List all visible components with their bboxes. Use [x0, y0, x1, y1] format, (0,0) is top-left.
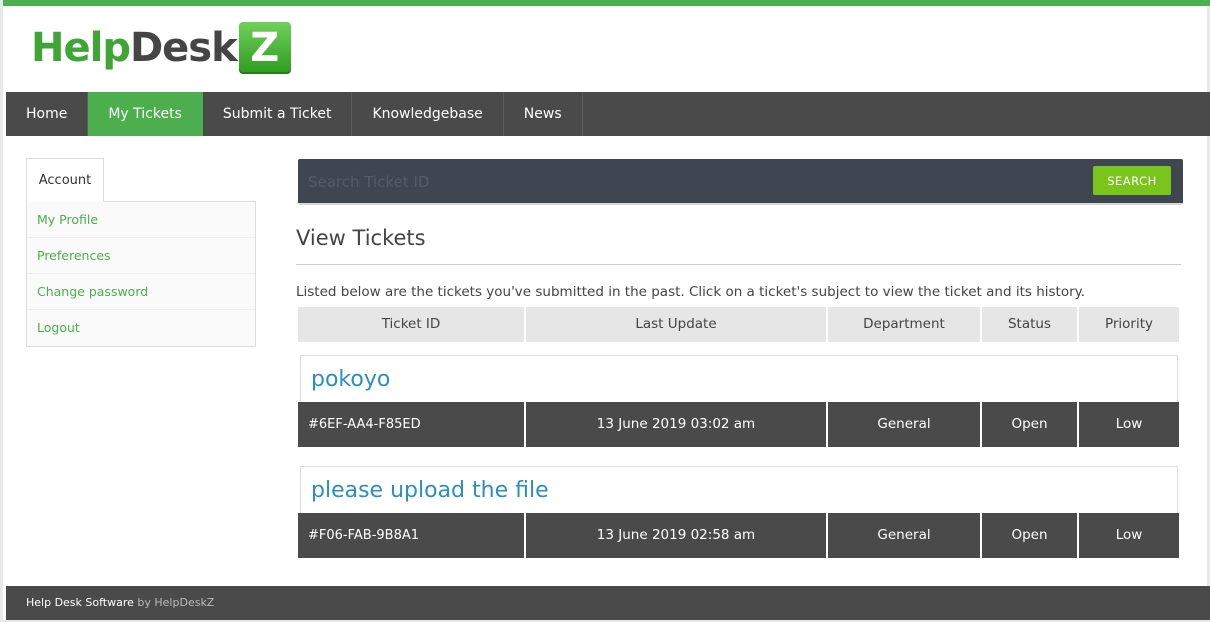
- ticket-subject-box: pokoyo: [300, 355, 1178, 402]
- column-header-priority: Priority: [1079, 307, 1179, 342]
- table-row: #6EF-AA4-F85ED 13 June 2019 03:02 am Gen…: [298, 402, 1180, 447]
- ticket-item: please upload the file #F06-FAB-9B8A1 13…: [298, 466, 1180, 558]
- nav-item-knowledgebase[interactable]: Knowledgebase: [352, 92, 504, 136]
- top-accent-bar: [3, 0, 1210, 6]
- column-header-ticket-id: Ticket ID: [298, 307, 524, 342]
- sidebar-item-preferences[interactable]: Preferences: [27, 238, 255, 274]
- column-header-status: Status: [982, 307, 1077, 342]
- ticket-status: Open: [982, 513, 1077, 558]
- logo-z-box: Z: [238, 22, 291, 74]
- footer: Help Desk Software by HelpDeskZ: [6, 586, 1210, 620]
- intro-text: Listed below are the tickets you've subm…: [296, 284, 1085, 300]
- footer-by: by HelpDeskZ: [137, 596, 215, 609]
- sidebar-item-logout[interactable]: Logout: [27, 310, 255, 346]
- logo-text-desk: Desk: [129, 25, 238, 71]
- tickets-table-header: Ticket ID Last Update Department Status …: [298, 307, 1179, 342]
- page-title: View Tickets: [296, 226, 426, 250]
- main-nav: Home My Tickets Submit a Ticket Knowledg…: [6, 92, 1210, 136]
- ticket-last-update: 13 June 2019 02:58 am: [526, 513, 826, 558]
- logo-text: HelpDesk: [31, 25, 238, 71]
- ticket-id: #6EF-AA4-F85ED: [298, 402, 524, 447]
- search-bar: SEARCH: [298, 159, 1183, 205]
- column-header-department: Department: [828, 307, 980, 342]
- ticket-last-update: 13 June 2019 03:02 am: [526, 402, 826, 447]
- sidebar-item-change-password[interactable]: Change password: [27, 274, 255, 310]
- account-sidebar: Account My Profile Preferences Change pa…: [26, 158, 256, 347]
- ticket-item: pokoyo #6EF-AA4-F85ED 13 June 2019 03:02…: [298, 355, 1180, 447]
- nav-item-submit-ticket[interactable]: Submit a Ticket: [203, 92, 353, 136]
- ticket-subject-link[interactable]: please upload the file: [301, 467, 549, 514]
- logo-text-help: Help: [31, 25, 131, 71]
- account-menu: My Profile Preferences Change password L…: [26, 201, 256, 347]
- nav-item-home[interactable]: Home: [6, 92, 89, 136]
- search-input[interactable]: [308, 168, 1068, 196]
- search-button[interactable]: SEARCH: [1093, 166, 1171, 195]
- table-row: #F06-FAB-9B8A1 13 June 2019 02:58 am Gen…: [298, 513, 1180, 558]
- ticket-priority: Low: [1079, 513, 1179, 558]
- sidebar-item-my-profile[interactable]: My Profile: [27, 202, 255, 238]
- ticket-subject-link[interactable]: pokoyo: [301, 356, 390, 403]
- title-divider: [296, 264, 1181, 265]
- ticket-department: General: [828, 402, 980, 447]
- ticket-department: General: [828, 513, 980, 558]
- nav-item-news[interactable]: News: [504, 92, 583, 136]
- column-header-last-update: Last Update: [526, 307, 826, 342]
- ticket-status: Open: [982, 402, 1077, 447]
- page: HelpDesk Z Home My Tickets Submit a Tick…: [0, 0, 1210, 622]
- ticket-id: #F06-FAB-9B8A1: [298, 513, 524, 558]
- tab-account[interactable]: Account: [26, 158, 104, 202]
- ticket-priority: Low: [1079, 402, 1179, 447]
- ticket-subject-box: please upload the file: [300, 466, 1178, 513]
- nav-item-my-tickets[interactable]: My Tickets: [88, 92, 203, 136]
- footer-text[interactable]: Help Desk Software: [26, 596, 134, 609]
- logo[interactable]: HelpDesk Z: [31, 20, 291, 76]
